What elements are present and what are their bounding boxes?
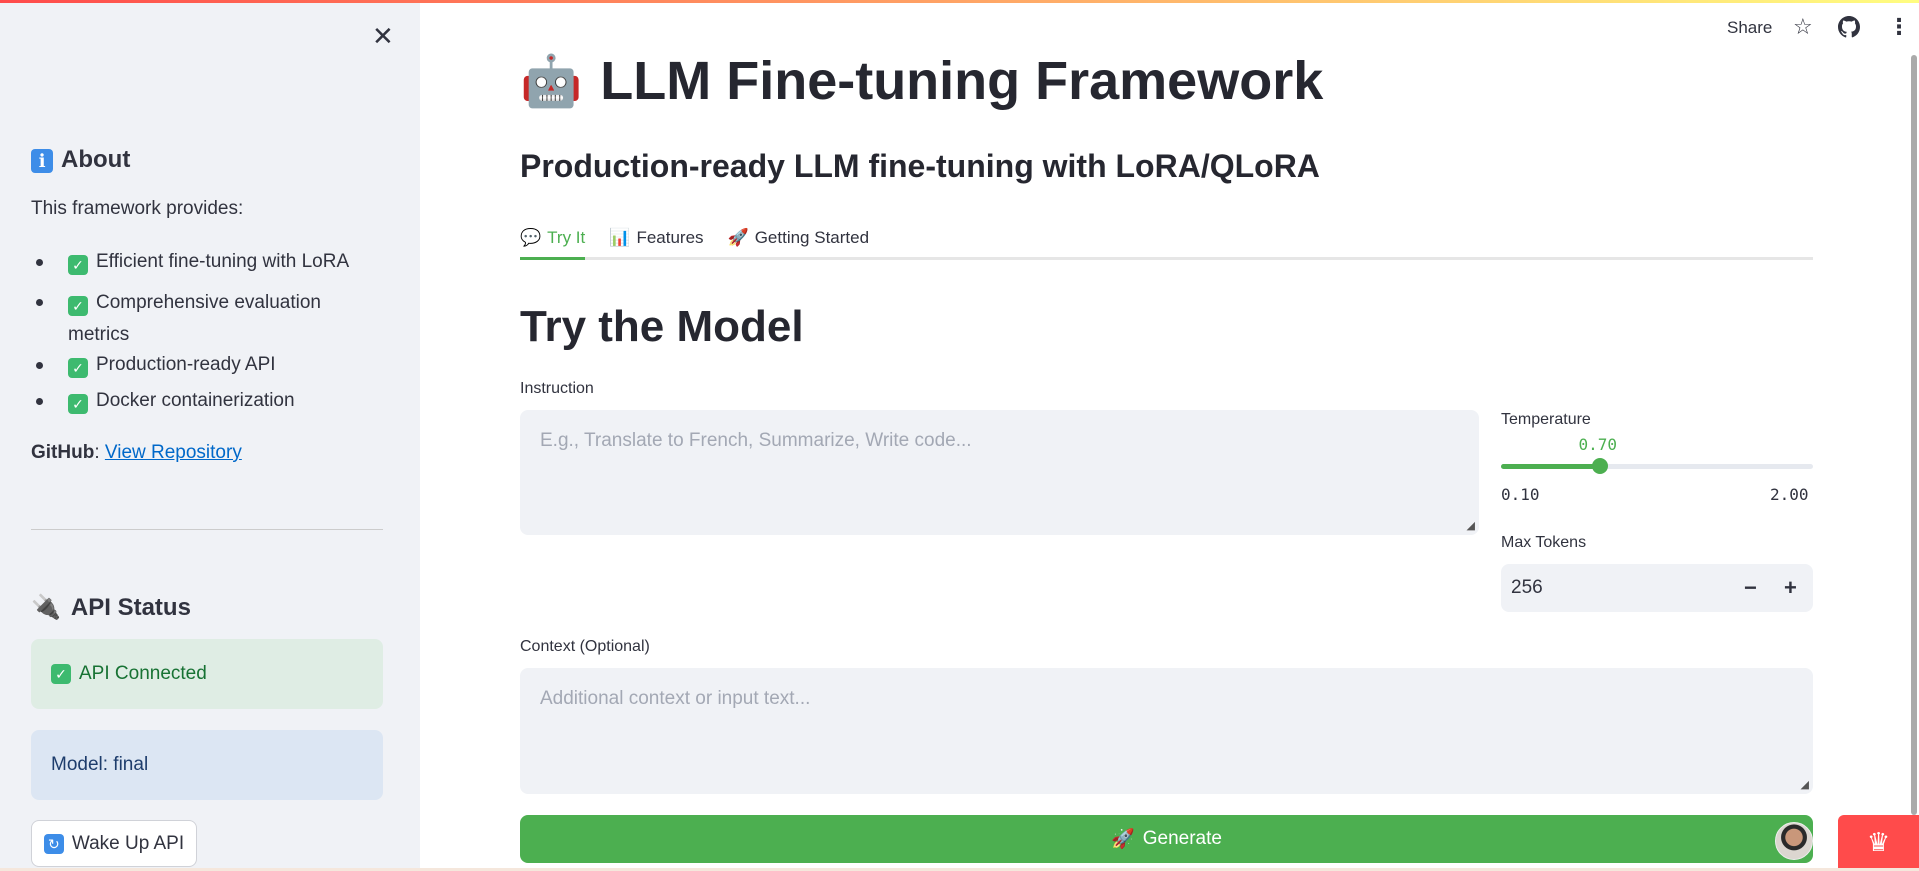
context-label: Context (Optional) (520, 638, 650, 655)
feature-text: Efficient fine-tuning with LoRA (96, 251, 350, 272)
context-input[interactable]: Additional context or input text... ◢ (520, 668, 1813, 794)
check-icon: ✓ (68, 394, 88, 414)
about-title: About (61, 146, 131, 173)
temperature-max: 2.00 (1770, 485, 1809, 504)
instruction-input[interactable]: E.g., Translate to French, Summarize, Wr… (520, 410, 1479, 535)
github-label: GitHub (31, 442, 95, 463)
resize-handle-icon[interactable]: ◢ (1801, 778, 1809, 791)
plug-icon: 🔌 (31, 594, 61, 621)
context-placeholder: Additional context or input text... (540, 688, 811, 709)
generate-label: Generate (1142, 828, 1222, 849)
slider-thumb[interactable] (1591, 458, 1608, 474)
slider-fill (1501, 464, 1600, 469)
decrement-button[interactable]: − (1744, 575, 1757, 601)
list-item: ✓ Efficient fine-tuning with LoRA (36, 251, 349, 275)
generate-button[interactable]: 🚀 Generate (520, 815, 1813, 863)
divider (31, 529, 383, 530)
max-tokens-value: 256 (1511, 577, 1543, 598)
check-icon: ✓ (68, 358, 88, 378)
tab-label: Try It (547, 227, 586, 247)
api-connected-alert: ✓ API Connected (31, 639, 383, 709)
model-info-alert: Model: final (31, 730, 383, 800)
check-icon: ✓ (68, 296, 88, 316)
feature-text: Comprehensive evaluation metrics (68, 292, 321, 345)
title-text: LLM Fine-tuning Framework (600, 51, 1324, 111)
streamlit-badge[interactable]: ♛ (1838, 815, 1919, 869)
tab-bar: 💬 Try It 📊 Features 🚀 Getting Started (520, 218, 1813, 260)
resize-handle-icon[interactable]: ◢ (1467, 519, 1475, 532)
instruction-label: Instruction (520, 380, 594, 397)
tab-try-it[interactable]: 💬 Try It (520, 218, 586, 260)
api-status-heading: 🔌 API Status (31, 593, 191, 622)
instruction-placeholder: E.g., Translate to French, Summarize, Wr… (540, 430, 972, 451)
github-icon[interactable] (1838, 16, 1860, 43)
rocket-icon: 🚀 (1111, 829, 1135, 850)
check-icon: ✓ (51, 664, 71, 684)
max-tokens-label: Max Tokens (1501, 534, 1587, 551)
list-item: ✓ Production-ready API (36, 354, 276, 378)
max-tokens-input[interactable]: 256 − + (1501, 564, 1813, 612)
feature-text: Production-ready API (96, 354, 276, 375)
wake-label: Wake Up API (71, 832, 185, 854)
tab-features[interactable]: 📊 Features (609, 218, 703, 257)
scrollbar[interactable] (1911, 55, 1917, 815)
avatar[interactable] (1775, 822, 1813, 860)
share-button[interactable]: Share (1727, 18, 1772, 38)
list-item: ✓ Docker containerization (36, 390, 295, 414)
robot-icon: 🤖 (520, 52, 583, 109)
api-connected-text: API Connected (79, 663, 207, 684)
view-repository-link[interactable]: View Repository (105, 442, 242, 463)
rocket-icon: 🚀 (727, 227, 749, 247)
more-vertical-icon[interactable]: ⋮ (1888, 14, 1910, 40)
temperature-slider[interactable] (1501, 458, 1813, 474)
tab-label: Features (636, 227, 704, 247)
wake-up-api-button[interactable]: ↻ Wake Up API (31, 820, 197, 867)
speech-bubble-icon: 💬 (520, 227, 542, 247)
close-sidebar-icon[interactable]: ✕ (372, 21, 394, 52)
sidebar: ✕ ℹ About This framework provides: ✓ Effic… (0, 3, 420, 871)
temperature-min: 0.10 (1501, 485, 1540, 504)
crown-icon: ♛ (1866, 826, 1891, 857)
star-icon[interactable]: ☆ (1793, 14, 1813, 40)
feature-text: Docker containerization (96, 390, 295, 411)
bar-chart-icon: 📊 (609, 227, 631, 247)
page-title: 🤖 LLM Fine-tuning Framework (520, 50, 1323, 112)
about-heading: ℹ About (31, 146, 130, 174)
info-icon: ℹ (31, 149, 53, 173)
about-intro: This framework provides: (31, 198, 244, 219)
list-item: ✓ Comprehensive evaluation metrics (36, 287, 336, 351)
page-subtitle: Production-ready LLM fine-tuning with Lo… (520, 148, 1320, 184)
refresh-icon: ↻ (43, 833, 64, 854)
tab-label: Getting Started (754, 227, 870, 247)
increment-button[interactable]: + (1784, 575, 1797, 601)
tab-getting-started[interactable]: 🚀 Getting Started (728, 218, 870, 257)
api-status-title: API Status (70, 594, 191, 621)
section-title: Try the Model (520, 302, 804, 351)
temperature-label: Temperature (1501, 411, 1591, 428)
check-icon: ✓ (68, 255, 88, 275)
temperature-value: 0.70 (1578, 435, 1618, 454)
